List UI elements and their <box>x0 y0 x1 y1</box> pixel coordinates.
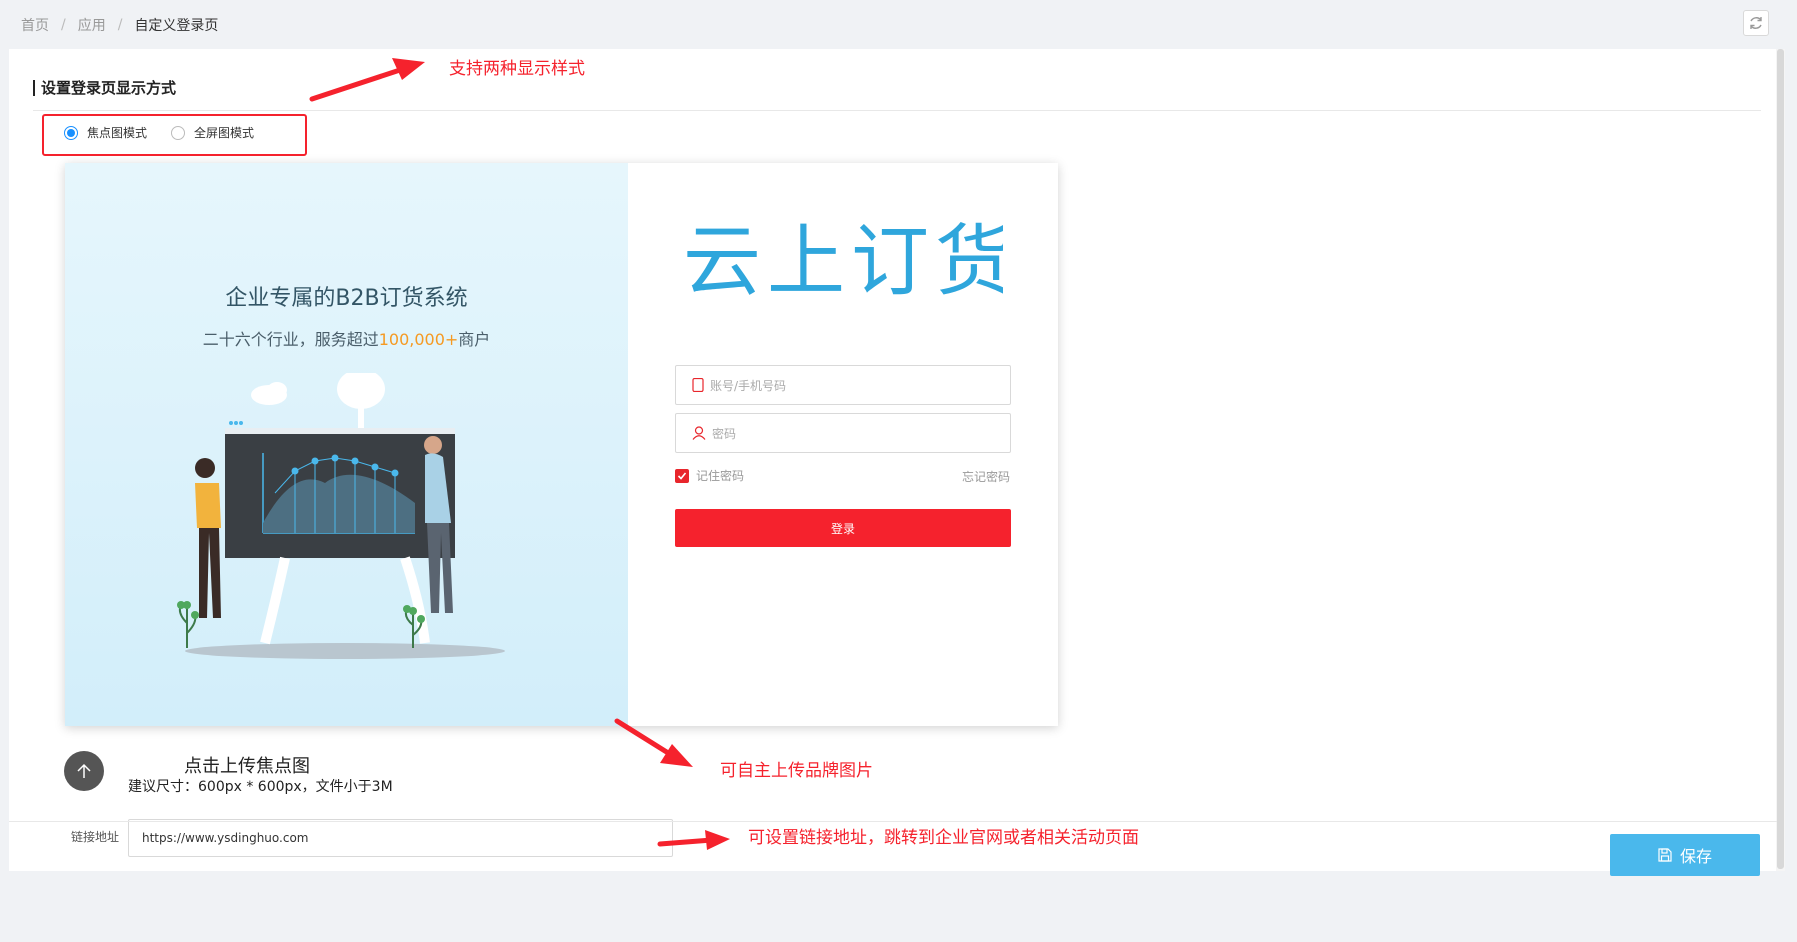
section-title: 设置登录页显示方式 <box>33 80 176 96</box>
upload-button[interactable] <box>64 751 104 791</box>
phone-icon <box>692 378 704 392</box>
breadcrumb-separator: / <box>61 17 66 33</box>
top-bar: 首页 / 应用 / 自定义登录页 <box>0 0 1797 48</box>
refresh-button[interactable] <box>1743 10 1769 36</box>
refresh-icon <box>1750 17 1762 29</box>
breadcrumb: 首页 / 应用 / 自定义登录页 <box>21 15 218 35</box>
presentation-illustration <box>177 373 505 659</box>
password-input[interactable]: 密码 <box>675 413 1011 453</box>
brand-logo-text: 云上订货 <box>683 218 1003 305</box>
login-button[interactable]: 登录 <box>675 509 1011 547</box>
account-input[interactable]: 账号/手机号码 <box>675 365 1011 405</box>
save-button[interactable]: 保存 <box>1610 834 1760 876</box>
check-icon <box>677 471 687 480</box>
upload-title[interactable]: 点击上传焦点图 <box>184 752 310 778</box>
annotation-link-address: 可设置链接地址，跳转到企业官网或者相关活动页面 <box>748 828 1139 848</box>
footer-divider <box>9 821 1777 822</box>
annotation-highlight-box <box>42 114 307 156</box>
annotation-brand-image: 可自主上传品牌图片 <box>720 761 873 781</box>
login-form-area: 云上订货 账号/手机号码 密码 记住密码 忘记密码 登录 <box>628 163 1058 726</box>
breadcrumb-apps[interactable]: 应用 <box>78 15 106 35</box>
breadcrumb-home[interactable]: 首页 <box>21 15 49 35</box>
save-icon <box>1658 848 1672 862</box>
preview-subtitle: 二十六个行业，服务超过100,000+商户 <box>202 330 491 349</box>
arrow-up-icon <box>77 763 91 778</box>
remember-label: 记住密码 <box>696 469 745 483</box>
preview-highlight: 100,000+ <box>378 330 459 349</box>
password-placeholder: 密码 <box>712 426 737 441</box>
preview-title: 企业专属的B2B订货系统 <box>225 286 468 311</box>
main-panel: 设置登录页显示方式 焦点图模式 全屏图模式 企业专属的B2B订货系统 二十六个行… <box>9 49 1777 871</box>
breadcrumb-current: 自定义登录页 <box>134 18 219 34</box>
breadcrumb-separator: / <box>117 17 123 33</box>
remember-password[interactable]: 记住密码 <box>675 467 744 484</box>
vertical-scrollbar[interactable] <box>1776 49 1785 871</box>
scrollbar-thumb[interactable] <box>1777 49 1784 869</box>
account-placeholder: 账号/手机号码 <box>710 378 787 393</box>
remember-checkbox[interactable] <box>675 468 689 483</box>
save-label: 保存 <box>1679 849 1712 866</box>
user-icon <box>692 426 706 440</box>
upload-hint: 建议尺寸：600px * 600px，文件小于3M <box>128 779 393 795</box>
link-label: 链接地址 <box>71 830 120 844</box>
login-preview: 企业专属的B2B订货系统 二十六个行业，服务超过100,000+商户 云上订货 … <box>65 163 1058 726</box>
link-url-input[interactable] <box>128 819 673 857</box>
annotation-display-styles: 支持两种显示样式 <box>449 59 585 79</box>
section-divider <box>33 110 1761 111</box>
focus-image-area[interactable]: 企业专属的B2B订货系统 二十六个行业，服务超过100,000+商户 <box>65 163 628 726</box>
brand-logo: 云上订货 <box>683 218 1003 305</box>
forgot-password-link[interactable]: 忘记密码 <box>962 468 1010 485</box>
